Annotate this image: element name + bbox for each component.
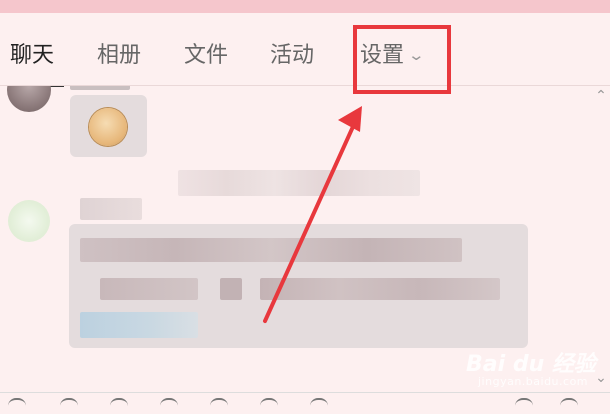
arrow-head — [338, 106, 362, 132]
watermark-url: jingyan.baidu.com — [478, 375, 589, 388]
arrow-shaft — [263, 118, 358, 323]
watermark-brand: Bai du 经验 — [466, 352, 596, 377]
baidu-watermark: Bai du 经验 jingyan.baidu.com — [466, 346, 596, 396]
